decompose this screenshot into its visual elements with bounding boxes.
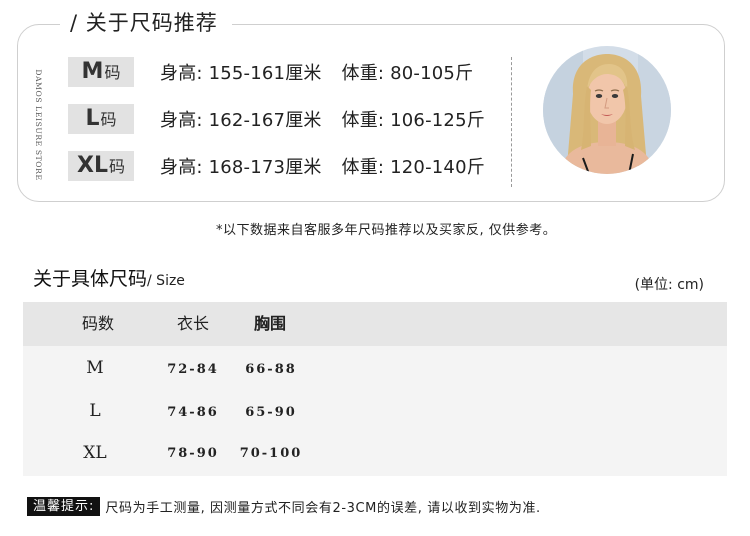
- size-table: 码数 衣长 胸围 M 72-84 66-88 L 74-86 65-90 XL …: [23, 302, 727, 476]
- table-cell-chest: 65-90: [245, 405, 297, 420]
- table-cell-chest: 66-88: [245, 362, 297, 377]
- table-cell-size: L: [89, 401, 101, 421]
- recommendation-info-xl: 身高: 168-173厘米 体重: 120-140斤: [160, 153, 485, 179]
- table-cell-chest: 70-100: [239, 446, 303, 461]
- size-badge-l: L码: [68, 104, 134, 134]
- weight-value: 120-140斤: [390, 157, 485, 178]
- header-length: 衣长: [176, 314, 209, 333]
- height-value: 162-167厘米: [208, 110, 322, 131]
- recommendation-info-m: 身高: 155-161厘米 体重: 80-105斤: [160, 59, 473, 85]
- size-badge-letter: M: [81, 59, 104, 84]
- height-label: 身高:: [160, 110, 203, 131]
- weight-label: 体重:: [341, 110, 385, 131]
- size-badge-m: M码: [68, 57, 134, 87]
- recommendation-title: / 关于尺码推荐: [60, 9, 232, 37]
- height-label: 身高:: [160, 63, 203, 84]
- recommendation-row-m: M码 身高: 155-161厘米 体重: 80-105斤: [68, 57, 473, 87]
- model-portrait-image: [543, 46, 671, 174]
- tip-text: 尺码为手工测量, 因测量方式不同会有2-3CM的误差, 请以收到实物为准.: [105, 501, 541, 516]
- weight-value: 106-125斤: [390, 110, 485, 131]
- recommendation-note: *以下数据来自客服多年尺码推荐以及买家反, 仅供参考。: [216, 223, 557, 238]
- table-cell-length: 78-90: [167, 446, 219, 461]
- table-cell-size: M: [86, 358, 104, 378]
- dashed-divider: [511, 57, 512, 187]
- brand-vertical-text: DAMOS LEISURE STORE: [34, 69, 43, 181]
- recommendation-row-xl: XL 码 身高: 168-173厘米 体重: 120-140斤: [68, 151, 485, 181]
- weight-value: 80-105斤: [390, 63, 474, 84]
- size-badge-letter: XL: [77, 153, 108, 178]
- unit-label: (单位: cm): [634, 277, 704, 293]
- header-size: 码数: [81, 314, 114, 333]
- table-cell-length: 74-86: [167, 405, 219, 420]
- table-header: 码数 衣长 胸围: [23, 302, 727, 346]
- size-badge-letter: L: [85, 106, 100, 131]
- table-cell-length: 72-84: [167, 362, 219, 377]
- weight-label: 体重:: [341, 63, 385, 84]
- table-cell-size: XL: [83, 443, 107, 463]
- recommendation-row-l: L码 身高: 162-167厘米 体重: 106-125斤: [68, 104, 485, 134]
- size-badge-xl: XL 码: [68, 151, 134, 181]
- height-label: 身高:: [160, 157, 203, 178]
- height-value: 168-173厘米: [208, 157, 322, 178]
- weight-label: 体重:: [341, 157, 385, 178]
- tip-label: 温馨提示:: [27, 497, 101, 516]
- section-title-main: 关于具体尺码: [33, 268, 148, 290]
- height-value: 155-161厘米: [208, 63, 322, 84]
- section-title-sub: / Size: [147, 273, 185, 289]
- model-portrait-photo: [543, 46, 671, 174]
- section-title: 关于具体尺码/ Size: [33, 264, 185, 291]
- header-chest: 胸围: [253, 314, 286, 333]
- size-badge-suffix: 码: [100, 110, 117, 129]
- recommendation-info-l: 身高: 162-167厘米 体重: 106-125斤: [160, 106, 485, 132]
- tip: 温馨提示: 尺码为手工测量, 因测量方式不同会有2-3CM的误差, 请以收到实物…: [27, 497, 541, 516]
- size-badge-suffix: 码: [104, 63, 121, 82]
- size-badge-suffix: 码: [108, 157, 125, 176]
